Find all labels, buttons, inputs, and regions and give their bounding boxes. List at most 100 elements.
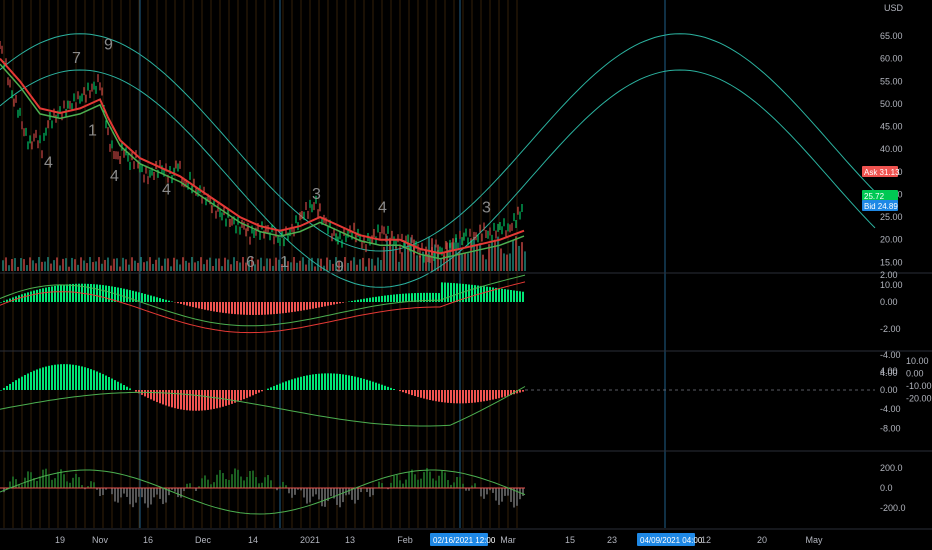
osc3-bar — [39, 476, 41, 488]
osc2-bar — [204, 390, 206, 411]
osc1-bar — [168, 300, 170, 302]
volume-bar — [239, 262, 241, 271]
volume-bar — [74, 259, 76, 271]
osc1-bar — [501, 288, 503, 302]
osc1-axis-tick: 0.00 — [880, 297, 898, 307]
osc2-bar — [375, 382, 377, 390]
osc2-bar — [432, 390, 434, 401]
osc1-bar — [48, 286, 50, 302]
osc2-right-axis-tick: 0.00 — [906, 369, 924, 379]
volume-bar — [182, 257, 184, 271]
volume-bar — [464, 252, 466, 271]
osc2-bar — [57, 364, 59, 390]
volume-bar — [236, 260, 238, 271]
osc3-bar — [258, 483, 260, 488]
price-tag-label: Bid 24.89 — [864, 202, 898, 211]
osc3-bar — [159, 488, 161, 499]
osc1-bar — [243, 302, 245, 315]
volume-bar — [299, 260, 301, 271]
osc1-bar — [213, 302, 215, 312]
osc1-bar — [204, 302, 206, 310]
osc1-bar — [318, 302, 320, 308]
osc1-bar — [276, 302, 278, 314]
osc2-bar — [207, 390, 209, 410]
osc1-bar — [402, 293, 404, 302]
volume-bar — [122, 257, 124, 271]
osc1-bar — [465, 284, 467, 302]
osc3-bar — [231, 474, 233, 488]
td-count-label: 1 — [280, 254, 289, 271]
osc2-bar — [78, 365, 80, 390]
osc2-bar — [501, 390, 503, 398]
volume-bar — [329, 259, 331, 271]
trading-chart[interactable]: 7914446 1394 3 65.0060.0055.0050.0045.0040… — [0, 0, 932, 550]
osc3-bar — [507, 488, 509, 496]
osc1-bar — [99, 284, 101, 302]
time-axis-tick: 12 — [701, 535, 711, 545]
osc1-bar — [309, 302, 311, 310]
osc2-bar — [168, 390, 170, 407]
osc2-bar — [492, 390, 494, 400]
osc2-bar — [33, 370, 35, 390]
volume-bar — [374, 265, 376, 271]
osc1-bar — [177, 302, 179, 304]
osc1-bar — [162, 298, 164, 302]
osc1-axis-tick: -2.00 — [880, 324, 901, 334]
osc2-bar — [477, 390, 479, 403]
time-axis-tick: 2021 — [300, 535, 320, 545]
osc3-bar — [165, 488, 167, 503]
volume-bar — [44, 261, 46, 271]
osc2-bar — [438, 390, 440, 402]
price-axis-tick: 10.00 — [880, 280, 903, 290]
osc3-bar — [447, 480, 449, 488]
osc3-bar — [282, 481, 284, 488]
osc2-bar — [345, 374, 347, 390]
osc3-bar — [150, 488, 152, 505]
volume-bar — [467, 253, 469, 271]
osc2-right-axis-tick: -10.00 — [906, 381, 932, 391]
osc3-bar — [36, 480, 38, 488]
volume-bar — [344, 257, 346, 271]
osc1-bar — [222, 302, 224, 313]
osc2-bar — [21, 376, 23, 390]
osc1-bar — [315, 302, 317, 309]
osc3-bar — [270, 480, 272, 488]
osc2-right-axis-tick: 10.00 — [906, 356, 929, 366]
price-axis-tick: 25.00 — [880, 212, 903, 222]
osc2-bar — [405, 390, 407, 394]
osc2-bar — [156, 390, 158, 403]
osc2-bar — [300, 376, 302, 390]
osc2-bar — [99, 372, 101, 390]
osc1-bar — [522, 291, 524, 302]
osc3-bar — [42, 469, 44, 488]
osc2-bar — [246, 390, 248, 398]
osc1-bar — [57, 285, 59, 302]
osc2-bar — [381, 384, 383, 390]
osc2-bar — [363, 378, 365, 390]
price-tag-label: Ask 31.13 — [864, 168, 900, 177]
volume-bar — [359, 259, 361, 271]
osc1-bar — [252, 302, 254, 315]
osc2-bar — [258, 390, 260, 393]
osc3-bar — [330, 488, 332, 497]
osc3-bar — [426, 468, 428, 488]
osc1-bar — [207, 302, 209, 311]
time-axis-tick: Dec — [195, 535, 212, 545]
osc3-bar — [237, 469, 239, 488]
osc3-bar — [186, 483, 188, 488]
osc1-bar — [165, 299, 167, 302]
osc3-bar — [381, 483, 383, 488]
volume-bar — [194, 262, 196, 271]
osc3-bar — [168, 488, 170, 496]
volume-bar — [332, 263, 334, 271]
osc3-bar — [228, 480, 230, 488]
volume-bar — [116, 258, 118, 271]
osc2-bar — [123, 385, 125, 390]
volume-bar — [518, 245, 520, 271]
osc1-bar — [90, 283, 92, 302]
osc1-bar — [234, 302, 236, 315]
osc2-bar — [192, 390, 194, 411]
osc1-bar — [36, 289, 38, 302]
currency-label: USD — [884, 3, 904, 13]
osc1-bar — [108, 285, 110, 302]
